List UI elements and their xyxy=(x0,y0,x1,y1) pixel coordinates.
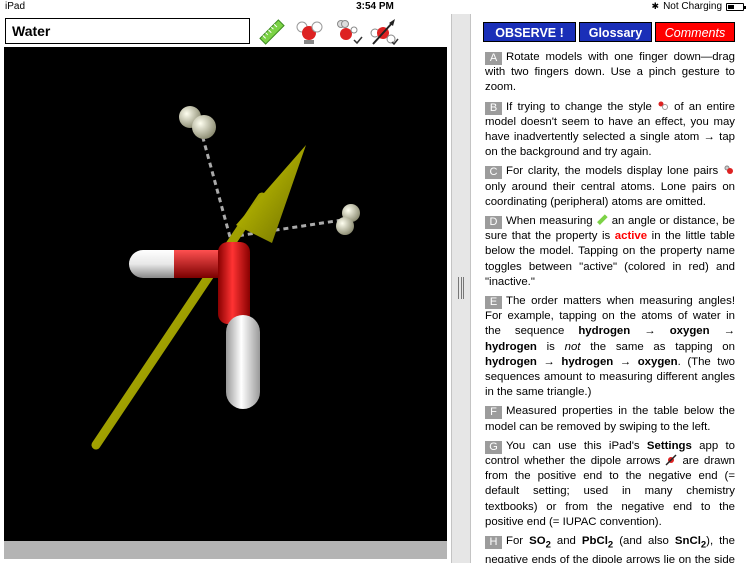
tab-comments[interactable]: Comments xyxy=(655,22,735,42)
comment-letter: H xyxy=(485,536,502,550)
comment-h: H For SO2 and PbCl2 (and also SnCl2), the… xyxy=(485,535,735,563)
comment-g: G You can use this iPad's Settings app to… xyxy=(485,439,736,528)
comment-letter: A xyxy=(485,52,502,65)
comment-d: D When measuring an angle or distance, be… xyxy=(485,214,735,288)
comment-f: F Measured properties in the table below … xyxy=(485,405,735,433)
comments-pane: OBSERVE ! Glossary Comments A Rotate mode… xyxy=(472,14,750,563)
comment-letter: C xyxy=(485,166,502,180)
lone-pairs-icon[interactable] xyxy=(330,16,364,48)
bond-oh-down[interactable] xyxy=(226,315,260,409)
divider-grip-icon[interactable] xyxy=(458,277,464,299)
clock: 3:54 PM xyxy=(356,1,394,12)
model-pane: Water xyxy=(0,14,451,563)
bluetooth-icon: ✱ xyxy=(651,1,660,11)
comment-letter: D xyxy=(485,216,502,230)
dipole-icon xyxy=(665,454,677,466)
style-icon[interactable] xyxy=(292,16,326,48)
comment-c: C For clarity, the models display lone pa… xyxy=(485,165,735,208)
comment-letter: G xyxy=(485,440,502,454)
comment-b: B If trying to change the style of an ent… xyxy=(485,100,736,159)
ruler-icon[interactable] xyxy=(255,16,289,48)
measurement-table[interactable] xyxy=(4,541,447,559)
lone-pair[interactable] xyxy=(336,217,354,235)
comment-letter: F xyxy=(485,406,502,420)
tab-bar: OBSERVE ! Glossary Comments xyxy=(483,22,735,42)
charging-status: Not Charging xyxy=(663,1,722,12)
lone-pair-bond xyxy=(198,126,232,238)
tab-observe[interactable]: OBSERVE ! xyxy=(483,22,576,42)
tab-glossary[interactable]: Glossary xyxy=(579,22,652,42)
comment-e: E The order matters when measuring angles… xyxy=(485,295,735,399)
split-view-divider[interactable] xyxy=(451,14,471,563)
bond-oh-down-red[interactable] xyxy=(218,242,250,324)
lone-pair[interactable] xyxy=(192,115,216,139)
style-icon xyxy=(658,101,668,110)
status-bar: iPad 3:54 PM ✱ Not Charging xyxy=(0,0,750,14)
active-label: active xyxy=(614,230,648,243)
comments-content: A Rotate models with one finger down—drag… xyxy=(485,50,735,563)
lone-pairs-icon xyxy=(724,165,734,175)
comment-letter: B xyxy=(485,101,502,115)
molecule-viewer[interactable] xyxy=(4,47,447,544)
dipole-icon[interactable] xyxy=(367,16,401,48)
molecule-name-field[interactable]: Water xyxy=(5,18,250,44)
ruler-icon xyxy=(597,214,608,225)
battery-icon xyxy=(726,2,746,11)
comment-a: A Rotate models with one finger down—drag… xyxy=(485,51,735,94)
comment-letter: E xyxy=(485,296,502,310)
